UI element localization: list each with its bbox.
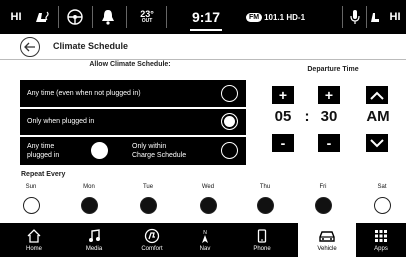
steering-heat-icon[interactable] [62, 4, 88, 30]
split-left-line2: plugged in [27, 152, 60, 159]
day-sun-label: Sun [25, 184, 37, 190]
day-fri[interactable]: Fri [303, 184, 343, 214]
option-split-row: Any time plugged in Only within Charge S… [20, 137, 246, 165]
status-bar: HI 23° OUT 9:17 FM 101.1 HD-1 HI [0, 0, 406, 34]
option-only-plugged-in-radio[interactable] [221, 113, 238, 130]
minus-icon: - [326, 135, 332, 151]
split-right-line1: Only within [132, 143, 167, 150]
day-wed-label: Wed [201, 184, 215, 190]
option-only-plugged-in[interactable]: Only when plugged in [20, 109, 246, 135]
minutes-decrease-button[interactable]: - [318, 134, 340, 152]
profile-label: HI [10, 11, 22, 23]
nav-phone[interactable]: Phone [232, 223, 292, 257]
day-fri-label: Fri [319, 184, 327, 190]
music-note-icon [88, 228, 100, 244]
nav-vehicle[interactable]: Vehicle [298, 223, 356, 257]
climate-schedule-panel: Allow Climate Schedule: Departure Time A… [0, 60, 406, 223]
radio-station: 101.1 HD-1 [264, 12, 306, 22]
nav-nav[interactable]: N Nav [176, 223, 234, 257]
departure-time-header: Departure Time [307, 66, 359, 73]
svg-text:N: N [203, 230, 207, 236]
back-button[interactable] [20, 37, 40, 57]
chevron-down-icon [370, 138, 384, 147]
microphone-icon[interactable] [346, 4, 364, 30]
split-right-line2: Charge Schedule [132, 152, 187, 159]
day-sun-toggle[interactable] [22, 197, 40, 214]
period-up-button[interactable] [366, 86, 388, 104]
bottom-nav: Home Media Comfort N Nav Phone Vehicle A… [0, 223, 406, 257]
option-any-time[interactable]: Any time (even when not plugged in) [20, 80, 246, 107]
notification-bell-icon[interactable] [96, 4, 120, 30]
clock: 9:17 [180, 4, 232, 30]
day-sun[interactable]: Sun [11, 184, 51, 214]
hours-value: 05 [274, 108, 292, 125]
passenger-seat-heat-icon[interactable] [368, 4, 382, 30]
minutes-increase-button[interactable]: + [318, 86, 340, 104]
day-mon-label: Mon [83, 184, 95, 190]
title-bar: Climate Schedule [0, 34, 406, 60]
nav-vehicle-label: Vehicle [317, 246, 337, 252]
outside-temp-label: OUT [141, 18, 153, 24]
passenger-profile-button[interactable]: HI [384, 4, 406, 30]
split-left-line1: Any time [27, 143, 55, 150]
option-only-plugged-in-label: Only when plugged in [27, 118, 95, 125]
nav-home-label: Home [25, 246, 42, 252]
day-sat-toggle[interactable] [373, 197, 391, 214]
day-tue-toggle[interactable] [139, 197, 157, 214]
nav-media-label: Media [85, 246, 103, 252]
clock-time: 9:17 [191, 9, 221, 25]
day-sat[interactable]: Sat [362, 184, 402, 214]
option-any-time-label: Any time (even when not plugged in) [27, 90, 141, 97]
day-thu-toggle[interactable] [256, 197, 274, 214]
back-arrow-icon [24, 42, 35, 52]
nav-phone-label: Phone [253, 246, 271, 252]
option-any-time-plugged-radio[interactable] [91, 142, 108, 159]
option-charge-schedule-label: Only within Charge Schedule [132, 142, 186, 160]
day-thu[interactable]: Thu [245, 184, 285, 214]
compass-icon: N [200, 228, 210, 244]
minutes-value: 30 [320, 108, 338, 125]
option-any-time-plugged-label: Any time plugged in [27, 142, 59, 160]
day-mon[interactable]: Mon [69, 184, 109, 214]
day-tue-label: Tue [142, 184, 154, 190]
page-title: Climate Schedule [53, 41, 129, 51]
day-thu-label: Thu [259, 184, 271, 190]
radio-band-badge: FM [246, 12, 263, 22]
nav-apps-label: Apps [374, 246, 388, 252]
nav-comfort-label: Comfort [141, 246, 163, 252]
hours-decrease-button[interactable]: - [272, 134, 294, 152]
period-down-button[interactable] [366, 134, 388, 152]
allow-schedule-header: Allow Climate Schedule: [89, 61, 171, 68]
hours-increase-button[interactable]: + [272, 86, 294, 104]
comfort-icon [144, 228, 160, 244]
option-charge-schedule-radio[interactable] [221, 142, 238, 159]
home-icon [26, 228, 42, 244]
repeat-every-label: Repeat Every [21, 171, 66, 178]
option-any-time-radio[interactable] [221, 85, 238, 102]
chevron-up-icon [370, 91, 384, 100]
day-tue[interactable]: Tue [128, 184, 168, 214]
nav-home[interactable]: Home [0, 223, 68, 257]
phone-icon [257, 228, 267, 244]
plus-icon: + [278, 87, 288, 103]
passenger-profile-label: HI [389, 11, 401, 23]
day-sat-label: Sat [377, 184, 387, 190]
vehicle-icon [318, 228, 336, 244]
day-wed[interactable]: Wed [188, 184, 228, 214]
nav-nav-label: Nav [199, 246, 211, 252]
nav-apps[interactable]: Apps [356, 223, 406, 257]
day-mon-toggle[interactable] [80, 197, 98, 214]
minus-icon: - [280, 135, 286, 151]
period-value: AM [366, 108, 390, 125]
day-fri-toggle[interactable] [314, 197, 332, 214]
profile-button[interactable]: HI [2, 4, 30, 30]
plus-icon: + [324, 87, 334, 103]
day-wed-toggle[interactable] [199, 197, 217, 214]
apps-grid-icon [375, 228, 387, 244]
outside-temperature: 23° OUT [132, 4, 162, 30]
radio-status[interactable]: FM 101.1 HD-1 [246, 4, 342, 30]
seat-heat-icon[interactable] [30, 4, 56, 30]
